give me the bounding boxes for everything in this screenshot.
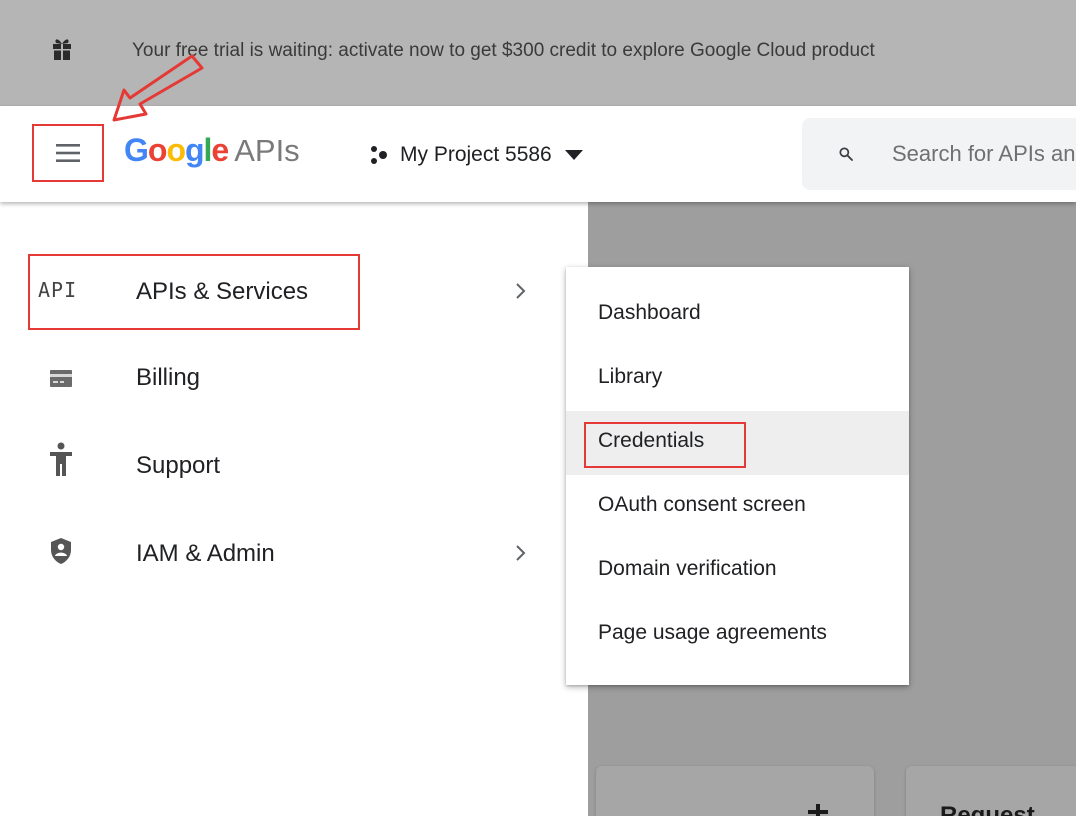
submenu-item-library[interactable]: Library [566,347,909,411]
submenu-item-label: Domain verification [598,557,777,580]
submenu-item-label: Credentials [598,429,705,452]
side-navigation: API APIs & Services Billing Support IAM … [0,202,588,816]
submenu-item-credentials[interactable]: Credentials [566,411,909,475]
submenu-item-label: Dashboard [598,301,701,324]
chevron-right-icon [516,545,526,561]
sidebar-item-label: Support [136,452,221,479]
banner-message[interactable]: Your free trial is waiting: activate now… [132,40,1076,62]
search-bar[interactable] [802,118,1076,190]
card-title: Request [940,802,1035,816]
background-card [596,766,874,816]
submenu-item-label: OAuth consent screen [598,493,806,516]
google-logo-text: Google [124,132,229,168]
submenu-item-dashboard[interactable]: Dashboard [566,283,909,347]
billing-card-icon [50,370,72,387]
sidebar-item-support[interactable]: Support [0,426,588,506]
search-input[interactable] [892,141,1076,167]
sidebar-item-iam-admin[interactable]: IAM & Admin [0,514,588,594]
sidebar-item-label: IAM & Admin [136,540,275,567]
apis-services-submenu: Dashboard Library Credentials OAuth cons… [566,267,909,685]
plus-icon [808,804,828,816]
api-icon: API [38,278,78,302]
chevron-right-icon [516,283,526,299]
sidebar-item-apis-services[interactable]: API APIs & Services [0,252,588,332]
submenu-item-oauth-consent[interactable]: OAuth consent screen [566,475,909,539]
shield-user-icon [51,538,71,564]
submenu-item-page-usage[interactable]: Page usage agreements [566,603,909,667]
hamburger-menu-icon [56,144,80,162]
submenu-item-label: Page usage agreements [598,621,827,644]
logo-suffix: APIs [234,133,300,168]
sidebar-item-label: Billing [136,364,201,391]
submenu-item-domain-verification[interactable]: Domain verification [566,539,909,603]
support-person-icon [50,442,72,476]
sidebar-item-billing[interactable]: Billing [0,338,588,418]
google-apis-logo[interactable]: Google APIs [124,132,300,172]
sidebar-item-label: APIs & Services [136,278,309,305]
gift-icon [53,39,71,60]
search-icon[interactable] [838,142,854,166]
background-card-requests: Request [906,766,1076,816]
project-dots-icon [371,146,387,164]
caret-down-icon [564,150,583,160]
submenu-item-label: Library [598,365,663,388]
main-menu-button[interactable] [32,124,104,182]
top-app-bar: Google APIs My Project 5586 [0,106,1076,202]
free-trial-banner: Your free trial is waiting: activate now… [0,0,1076,106]
project-selector[interactable]: My Project 5586 [368,138,584,172]
page: Your free trial is waiting: activate now… [0,0,1076,816]
project-name: My Project 5586 [400,143,552,166]
